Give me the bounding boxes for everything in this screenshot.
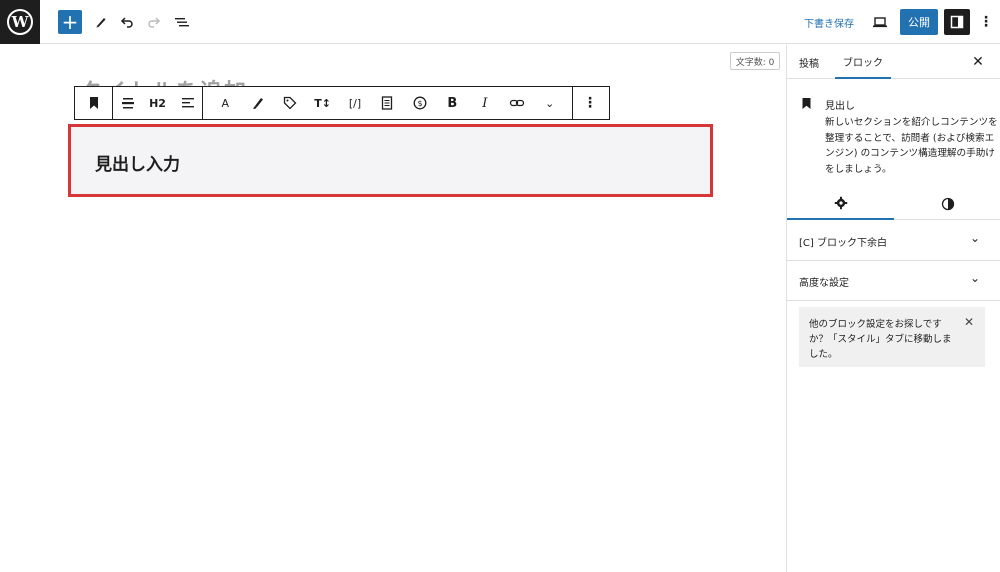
- chevron-down-icon: ⌄: [545, 96, 555, 110]
- gear-icon: [834, 196, 847, 210]
- align-center-icon: [121, 98, 134, 109]
- toolbar-group-heading: H2: [113, 87, 203, 119]
- add-block-button[interactable]: +: [58, 10, 82, 34]
- undo-icon: [120, 17, 133, 28]
- chevron-down-icon: ⌄: [970, 231, 981, 245]
- publish-button[interactable]: 公開: [900, 9, 938, 35]
- font-size-button[interactable]: T↕: [312, 87, 334, 119]
- close-icon: ✕: [972, 54, 984, 70]
- more-vertical-icon: ⋮: [583, 95, 597, 111]
- tag-icon: [283, 96, 297, 110]
- text-size-icon: T↕: [314, 96, 331, 110]
- panel-advanced[interactable]: 高度な設定 ⌄: [787, 261, 1000, 301]
- undo-button[interactable]: [118, 10, 136, 34]
- bold-icon: B: [447, 95, 458, 111]
- pencil-icon: [96, 18, 106, 28]
- heading-block[interactable]: 見出し入力: [68, 124, 713, 197]
- tab-post[interactable]: 投稿: [799, 45, 819, 79]
- shortcode-icon: [/]: [348, 96, 362, 110]
- block-options-button[interactable]: ⋮: [575, 87, 605, 119]
- document-icon: [382, 96, 393, 110]
- sidebar-icon: [950, 15, 964, 29]
- brush-icon: [252, 98, 263, 109]
- close-sidebar-button[interactable]: ✕: [969, 53, 987, 71]
- block-card-description: 新しいセクションを紹介しコンテンツを整理することで、訪問者 (および検索エンジン…: [825, 117, 998, 175]
- italic-button[interactable]: I: [474, 87, 496, 119]
- link-icon: [510, 99, 525, 107]
- heading-text[interactable]: 見出し入力: [95, 150, 180, 175]
- heading-level-button[interactable]: H2: [145, 87, 171, 119]
- align-button[interactable]: [116, 87, 140, 119]
- bookmark-icon: [89, 97, 98, 109]
- preview-button[interactable]: [870, 10, 890, 34]
- currency-button[interactable]: $: [409, 87, 431, 119]
- redo-icon: [148, 17, 161, 28]
- laptop-icon: [873, 17, 887, 28]
- save-draft-button[interactable]: 下書き保存: [798, 10, 860, 34]
- word-count-badge: 文字数: 0: [730, 52, 780, 70]
- tools-button[interactable]: [92, 10, 110, 34]
- block-type-button[interactable]: [76, 87, 112, 119]
- list-view-icon: [175, 18, 189, 27]
- tag-button[interactable]: [279, 87, 301, 119]
- panel-block-margin-label: [C] ブロック下余白: [799, 238, 887, 249]
- text-align-button[interactable]: [176, 87, 200, 119]
- page-button[interactable]: [376, 87, 398, 119]
- italic-icon: I: [482, 95, 488, 111]
- notice-text: 他のブロック設定をお探しですか？「スタイル」タブに移動しました。: [809, 319, 952, 360]
- toolbar-group-format: A T↕ [/] $ B I ⌄: [203, 87, 573, 119]
- settings-toggle-button[interactable]: [944, 9, 970, 35]
- wordpress-logo-button[interactable]: W: [0, 0, 40, 44]
- svg-text:$: $: [417, 99, 422, 108]
- close-icon: ✕: [963, 315, 975, 329]
- chevron-down-icon: ⌄: [970, 271, 981, 285]
- panel-block-margin[interactable]: [C] ブロック下余白 ⌄: [787, 221, 1000, 261]
- bold-button[interactable]: B: [441, 87, 463, 119]
- block-card-title: 見出し: [825, 101, 855, 112]
- styles-moved-notice: 他のブロック設定をお探しですか？「スタイル」タブに移動しました。 ✕: [799, 307, 985, 367]
- more-vertical-icon: ⋮: [979, 14, 993, 30]
- more-format-button[interactable]: ⌄: [539, 87, 561, 119]
- inspector-tabs: [787, 188, 1000, 220]
- toolbar-group-options: ⋮: [573, 87, 607, 119]
- wordpress-logo-icon: W: [7, 9, 33, 35]
- contrast-icon: [941, 197, 954, 211]
- tab-styles[interactable]: [894, 188, 1000, 220]
- tab-block[interactable]: ブロック: [835, 45, 891, 79]
- sidebar-tabs: 投稿 ブロック ✕: [787, 45, 1000, 79]
- redo-button[interactable]: [145, 10, 163, 34]
- text-color-button[interactable]: A: [214, 87, 236, 119]
- shortcode-button[interactable]: [/]: [344, 87, 366, 119]
- highlight-button[interactable]: [247, 87, 269, 119]
- document-overview-button[interactable]: [172, 10, 192, 34]
- align-left-icon: [181, 98, 194, 108]
- font-icon: A: [221, 96, 229, 110]
- panel-advanced-label: 高度な設定: [799, 278, 849, 289]
- dismiss-notice-button[interactable]: ✕: [962, 315, 976, 329]
- editor-top-bar: W + 下書き保存 公開 ⋮: [0, 0, 1000, 44]
- bookmark-icon: [802, 98, 811, 109]
- block-toolbar: H2 A T↕ [/] $ B I ⌄ ⋮: [74, 86, 610, 120]
- link-button[interactable]: [506, 87, 528, 119]
- options-button[interactable]: ⋮: [978, 10, 994, 34]
- dollar-circle-icon: $: [413, 96, 427, 110]
- tab-settings[interactable]: [787, 188, 894, 220]
- settings-sidebar: 投稿 ブロック ✕ 見出し 新しいセクションを紹介しコンテンツを整理することで、…: [786, 45, 1000, 572]
- toolbar-group-block: [75, 87, 113, 119]
